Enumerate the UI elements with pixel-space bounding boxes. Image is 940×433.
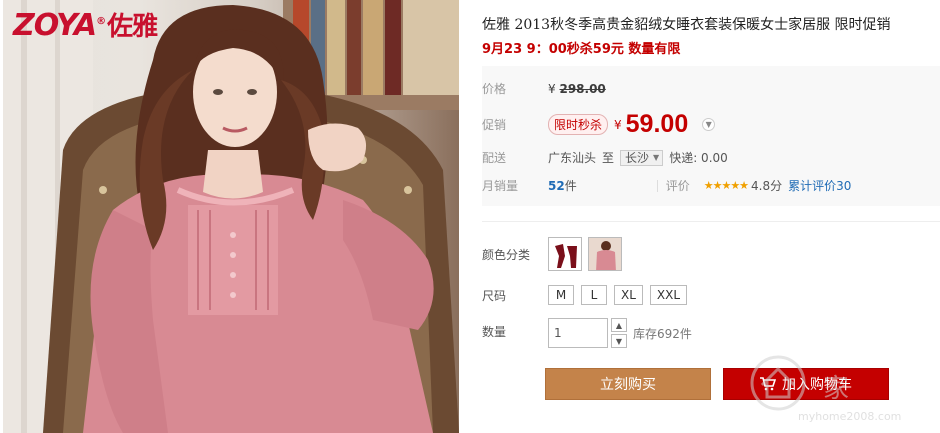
brand-logo-chinese: 佐雅 bbox=[107, 12, 158, 42]
shipping-row: 配送 广东汕头 至 长沙 ▼ 快递: 0.00 bbox=[482, 149, 728, 166]
promo-price-currency: ¥ bbox=[614, 117, 622, 132]
shipping-to-word: 至 bbox=[602, 151, 615, 165]
monthly-sales-label: 月销量 bbox=[482, 179, 519, 193]
sales-row: 月销量 52 件 评价 ★★★★★ 4.8分 累计评价30 bbox=[482, 177, 851, 194]
promo-price-value: 59.00 bbox=[625, 110, 689, 138]
increase-quantity-button[interactable]: ▲ bbox=[611, 318, 627, 332]
review-label: 评价 bbox=[665, 179, 690, 193]
size-option-xl[interactable]: XL bbox=[614, 285, 643, 305]
color-label: 颜色分类 bbox=[482, 247, 531, 262]
original-price-currency: ¥ bbox=[548, 81, 556, 96]
destination-select[interactable]: 长沙 ▼ bbox=[620, 149, 664, 166]
watermark-url: myhome2008.com bbox=[798, 410, 902, 423]
divider bbox=[656, 179, 658, 192]
watermark-text: 家 bbox=[823, 374, 852, 404]
promo-price-row: 促销 限时秒杀 ¥ 59.00 ▼ bbox=[482, 110, 716, 139]
size-row: 尺码 M L XL XXL bbox=[482, 285, 694, 305]
quantity-label: 数量 bbox=[482, 325, 507, 339]
shipping-label: 配送 bbox=[482, 151, 507, 165]
brand-logo: ZOYA®佐雅 bbox=[13, 6, 158, 43]
color-row: 颜色分类 bbox=[482, 237, 628, 271]
product-photo-illustration bbox=[3, 0, 459, 433]
original-price-value: 298.00 bbox=[559, 81, 606, 96]
monthly-sales-unit: 件 bbox=[564, 179, 577, 193]
original-price-row: 价格 ¥ 298.00 bbox=[482, 80, 606, 97]
stock-count: 库存692件 bbox=[633, 327, 692, 341]
swatch-burgundy-image bbox=[549, 238, 581, 270]
decrease-quantity-button[interactable]: ▼ bbox=[611, 334, 627, 348]
swatch-pink-image bbox=[589, 238, 621, 270]
size-option-xxl[interactable]: XXL bbox=[649, 285, 688, 305]
express-fee: 快递: 0.00 bbox=[669, 151, 728, 165]
chevron-down-icon[interactable]: ▼ bbox=[702, 118, 716, 131]
buy-now-button[interactable]: 立刻购买 bbox=[545, 368, 711, 400]
shipping-from: 广东汕头 bbox=[548, 151, 597, 165]
rating-stars: ★★★★★ bbox=[703, 179, 749, 192]
original-price: ¥ 298.00 bbox=[548, 82, 606, 96]
size-option-m[interactable]: M bbox=[548, 285, 574, 305]
brand-logo-latin: ZOYA bbox=[13, 8, 97, 43]
color-swatch-pink[interactable] bbox=[588, 237, 622, 271]
product-photo: ZOYA®佐雅 bbox=[3, 0, 459, 433]
price-box: 价格 ¥ 298.00 促销 限时秒杀 ¥ 59.00 ▼ 配送 广东汕头 至 … bbox=[482, 66, 940, 206]
promo-price-label: 促销 bbox=[482, 118, 507, 132]
watermark-house-icon bbox=[750, 355, 806, 411]
destination-value: 长沙 bbox=[625, 151, 650, 165]
promo-tag: 限时秒杀 bbox=[548, 114, 609, 135]
quantity-row: 数量 ▲ ▼ 库存692件 bbox=[482, 318, 692, 350]
size-label: 尺码 bbox=[482, 288, 507, 303]
dropdown-arrow-icon: ▼ bbox=[653, 153, 660, 162]
product-subtitle: 9月23 9：00秒杀59元 数量有限 bbox=[482, 42, 681, 57]
quantity-stepper: ▲ ▼ bbox=[611, 318, 627, 350]
color-swatch-burgundy[interactable] bbox=[548, 237, 582, 271]
section-divider bbox=[482, 221, 940, 222]
quantity-input[interactable] bbox=[548, 318, 608, 348]
original-price-label: 价格 bbox=[482, 82, 507, 96]
monthly-sales-count: 52 bbox=[548, 178, 565, 193]
rating-score: 4.8分 bbox=[751, 179, 783, 193]
product-title: 佐雅 2013秋冬季高贵金貂绒女睡衣套装保暖女士家居服 限时促销 bbox=[482, 17, 891, 33]
size-option-l[interactable]: L bbox=[581, 285, 607, 305]
review-count-link[interactable]: 累计评价30 bbox=[788, 177, 851, 194]
buy-now-label: 立刻购买 bbox=[600, 377, 656, 393]
brand-logo-registered: ® bbox=[96, 16, 106, 27]
site-watermark: 家 myhome2008.com bbox=[748, 348, 936, 430]
